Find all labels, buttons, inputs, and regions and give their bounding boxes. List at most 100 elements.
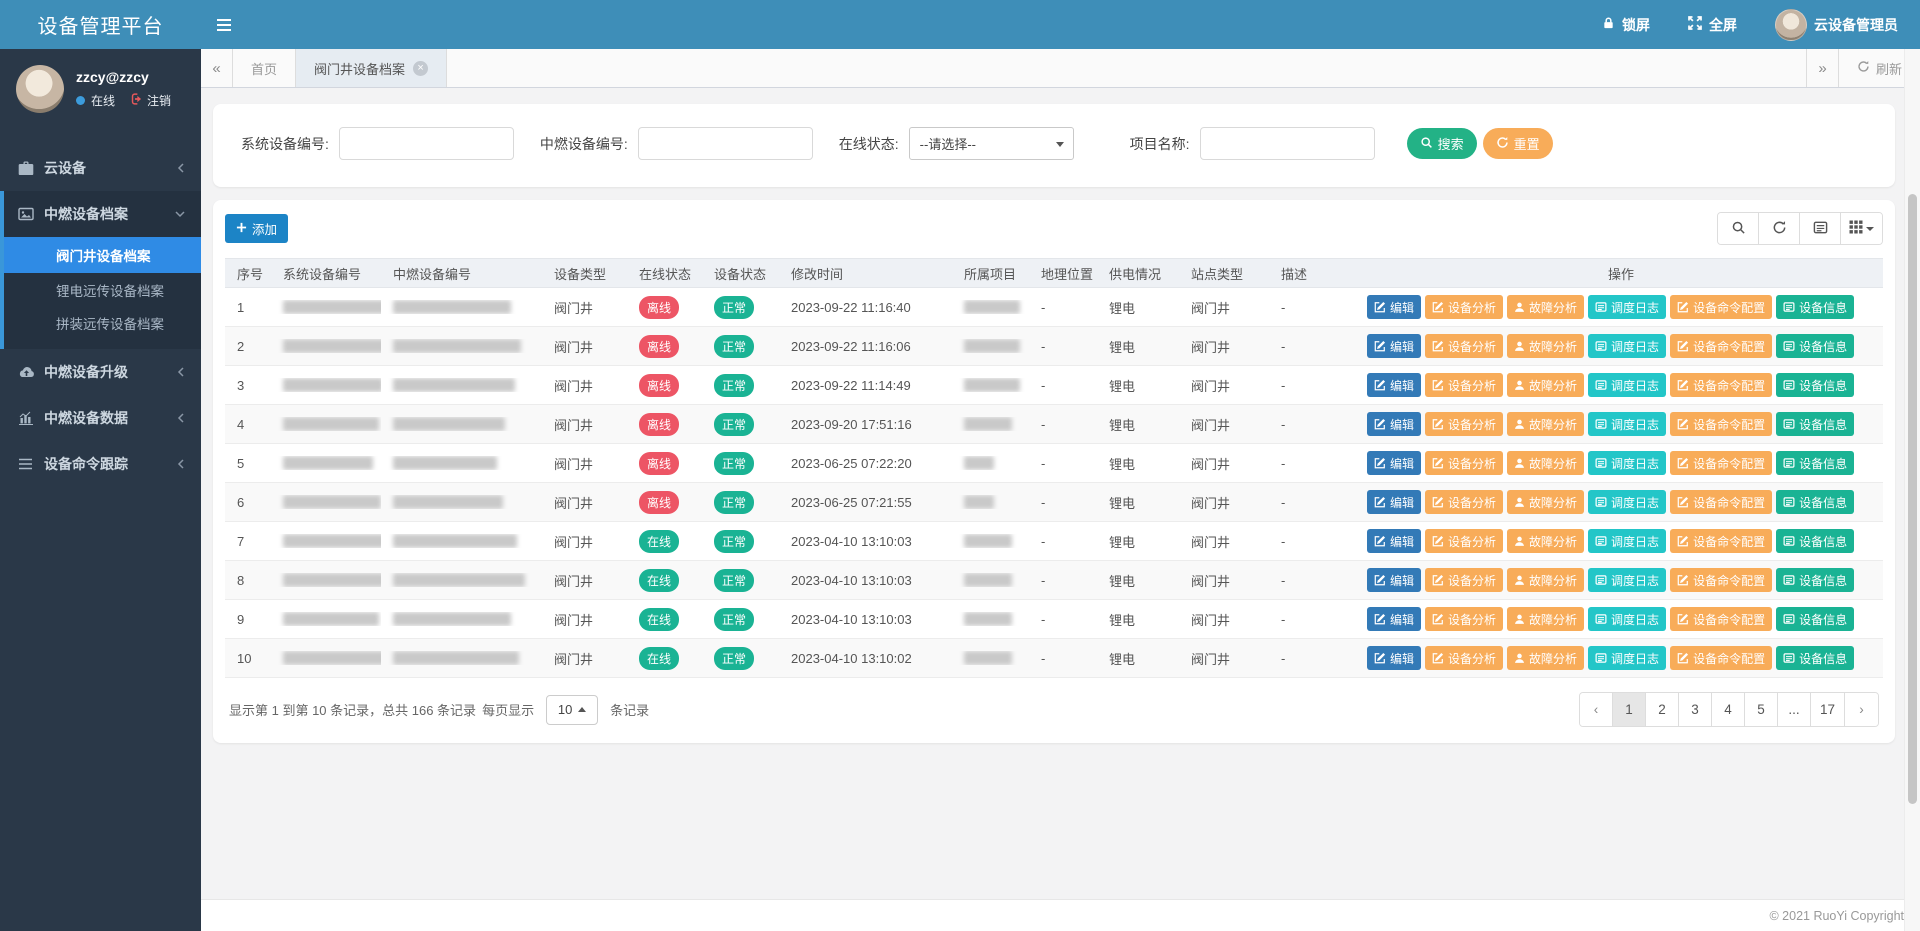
- action-button-2[interactable]: 故障分析: [1507, 490, 1584, 514]
- sidebar-toggle-button[interactable]: [201, 0, 247, 49]
- table-row[interactable]: 6阀门井离线正常2023-06-25 07:21:55-锂电阀门井-编辑设备分析…: [225, 483, 1883, 522]
- action-button-4[interactable]: 设备命令配置: [1670, 334, 1772, 358]
- logout-button[interactable]: 注销: [129, 92, 171, 109]
- action-button-4[interactable]: 设备命令配置: [1670, 373, 1772, 397]
- action-button-3[interactable]: 调度日志: [1588, 607, 1666, 631]
- action-button-4[interactable]: 设备命令配置: [1670, 295, 1772, 319]
- action-button-3[interactable]: 调度日志: [1588, 295, 1666, 319]
- action-button-2[interactable]: 故障分析: [1507, 412, 1584, 436]
- table-row[interactable]: 2阀门井离线正常2023-09-22 11:16:06-锂电阀门井-编辑设备分析…: [225, 327, 1883, 366]
- action-button-5[interactable]: 设备信息: [1776, 451, 1854, 475]
- action-button-5[interactable]: 设备信息: [1776, 490, 1854, 514]
- table-row[interactable]: 9阀门井在线正常2023-04-10 13:10:03-锂电阀门井-编辑设备分析…: [225, 600, 1883, 639]
- column-header-11[interactable]: 描述: [1269, 264, 1359, 283]
- page-prev-button[interactable]: ‹: [1580, 693, 1613, 726]
- action-button-5[interactable]: 设备信息: [1776, 334, 1854, 358]
- column-header-2[interactable]: 中燃设备编号: [381, 264, 542, 283]
- column-header-0[interactable]: 序号: [225, 264, 271, 283]
- action-button-1[interactable]: 设备分析: [1425, 568, 1503, 592]
- add-button[interactable]: 添加: [225, 214, 288, 243]
- column-header-5[interactable]: 设备状态: [702, 264, 779, 283]
- table-row[interactable]: 10阀门井在线正常2023-04-10 13:10:02-锂电阀门井-编辑设备分…: [225, 639, 1883, 678]
- action-button-3[interactable]: 调度日志: [1588, 334, 1666, 358]
- tab-close-icon[interactable]: ×: [413, 61, 428, 76]
- action-button-1[interactable]: 设备分析: [1425, 529, 1503, 553]
- lock-screen-button[interactable]: 锁屏: [1602, 15, 1650, 35]
- action-button-0[interactable]: 编辑: [1367, 646, 1421, 670]
- action-button-3[interactable]: 调度日志: [1588, 412, 1666, 436]
- action-button-5[interactable]: 设备信息: [1776, 373, 1854, 397]
- action-button-4[interactable]: 设备命令配置: [1670, 490, 1772, 514]
- column-header-3[interactable]: 设备类型: [542, 264, 627, 283]
- sidebar-item-device-archive[interactable]: 中燃设备档案: [4, 191, 201, 237]
- scrollbar-thumb[interactable]: [1908, 194, 1917, 804]
- action-button-2[interactable]: 故障分析: [1507, 373, 1584, 397]
- cn-device-no-input[interactable]: [638, 127, 813, 160]
- action-button-5[interactable]: 设备信息: [1776, 568, 1854, 592]
- action-button-2[interactable]: 故障分析: [1507, 646, 1584, 670]
- sidebar-item-device-data[interactable]: 中燃设备数据: [0, 395, 201, 441]
- search-button[interactable]: 搜索: [1407, 128, 1477, 159]
- fullscreen-button[interactable]: 全屏: [1688, 15, 1737, 35]
- sidebar-subitem-assembled-remote-archive[interactable]: 拼装远传设备档案: [4, 306, 201, 339]
- tab-valve-well-archive[interactable]: 阀门井设备档案 ×: [296, 49, 447, 87]
- action-button-3[interactable]: 调度日志: [1588, 529, 1666, 553]
- action-button-2[interactable]: 故障分析: [1507, 451, 1584, 475]
- action-button-5[interactable]: 设备信息: [1776, 646, 1854, 670]
- column-header-9[interactable]: 供电情况: [1097, 264, 1179, 283]
- action-button-0[interactable]: 编辑: [1367, 490, 1421, 514]
- table-row[interactable]: 8阀门井在线正常2023-04-10 13:10:03-锂电阀门井-编辑设备分析…: [225, 561, 1883, 600]
- action-button-0[interactable]: 编辑: [1367, 451, 1421, 475]
- action-button-2[interactable]: 故障分析: [1507, 295, 1584, 319]
- action-button-4[interactable]: 设备命令配置: [1670, 568, 1772, 592]
- action-button-5[interactable]: 设备信息: [1776, 607, 1854, 631]
- table-row[interactable]: 1阀门井离线正常2023-09-22 11:16:40-锂电阀门井-编辑设备分析…: [225, 288, 1883, 327]
- page-button-5[interactable]: 5: [1745, 693, 1778, 726]
- table-row[interactable]: 3阀门井离线正常2023-09-22 11:14:49-锂电阀门井-编辑设备分析…: [225, 366, 1883, 405]
- tabs-scroll-right-button[interactable]: »: [1806, 49, 1838, 87]
- table-row[interactable]: 4阀门井离线正常2023-09-20 17:51:16-锂电阀门井-编辑设备分析…: [225, 405, 1883, 444]
- action-button-3[interactable]: 调度日志: [1588, 490, 1666, 514]
- sidebar-item-command-tracking[interactable]: 设备命令跟踪: [0, 441, 201, 487]
- action-button-0[interactable]: 编辑: [1367, 373, 1421, 397]
- action-button-0[interactable]: 编辑: [1367, 334, 1421, 358]
- page-button-3[interactable]: 3: [1679, 693, 1712, 726]
- action-button-1[interactable]: 设备分析: [1425, 646, 1503, 670]
- action-button-4[interactable]: 设备命令配置: [1670, 451, 1772, 475]
- table-search-toggle-button[interactable]: [1718, 213, 1759, 244]
- action-button-1[interactable]: 设备分析: [1425, 334, 1503, 358]
- action-button-5[interactable]: 设备信息: [1776, 529, 1854, 553]
- table-row[interactable]: 7阀门井在线正常2023-04-10 13:10:03-锂电阀门井-编辑设备分析…: [225, 522, 1883, 561]
- action-button-4[interactable]: 设备命令配置: [1670, 412, 1772, 436]
- action-button-2[interactable]: 故障分析: [1507, 607, 1584, 631]
- action-button-5[interactable]: 设备信息: [1776, 412, 1854, 436]
- action-button-0[interactable]: 编辑: [1367, 412, 1421, 436]
- action-button-0[interactable]: 编辑: [1367, 295, 1421, 319]
- action-button-1[interactable]: 设备分析: [1425, 607, 1503, 631]
- action-button-3[interactable]: 调度日志: [1588, 568, 1666, 592]
- action-button-0[interactable]: 编辑: [1367, 568, 1421, 592]
- action-button-5[interactable]: 设备信息: [1776, 295, 1854, 319]
- action-button-2[interactable]: 故障分析: [1507, 568, 1584, 592]
- column-header-4[interactable]: 在线状态: [627, 264, 702, 283]
- column-header-10[interactable]: 站点类型: [1179, 264, 1269, 283]
- tabs-scroll-left-button[interactable]: «: [201, 49, 233, 87]
- page-button-4[interactable]: 4: [1712, 693, 1745, 726]
- action-button-1[interactable]: 设备分析: [1425, 412, 1503, 436]
- sidebar-subitem-lithium-remote-archive[interactable]: 锂电远传设备档案: [4, 273, 201, 306]
- action-button-1[interactable]: 设备分析: [1425, 373, 1503, 397]
- sidebar-item-cloud-device[interactable]: 云设备: [0, 145, 201, 191]
- action-button-1[interactable]: 设备分析: [1425, 295, 1503, 319]
- column-header-6[interactable]: 修改时间: [779, 264, 952, 283]
- action-button-3[interactable]: 调度日志: [1588, 646, 1666, 670]
- page-next-button[interactable]: ›: [1845, 693, 1878, 726]
- sidebar-item-device-upgrade[interactable]: 中燃设备升级: [0, 349, 201, 395]
- column-header-12[interactable]: 操作: [1359, 264, 1883, 283]
- action-button-4[interactable]: 设备命令配置: [1670, 646, 1772, 670]
- action-button-3[interactable]: 调度日志: [1588, 373, 1666, 397]
- column-header-7[interactable]: 所属项目: [952, 264, 1029, 283]
- table-columns-button[interactable]: [1841, 213, 1882, 244]
- page-button-17[interactable]: 17: [1811, 693, 1845, 726]
- online-status-select[interactable]: --请选择--: [909, 127, 1074, 160]
- scrollbar[interactable]: [1904, 49, 1920, 931]
